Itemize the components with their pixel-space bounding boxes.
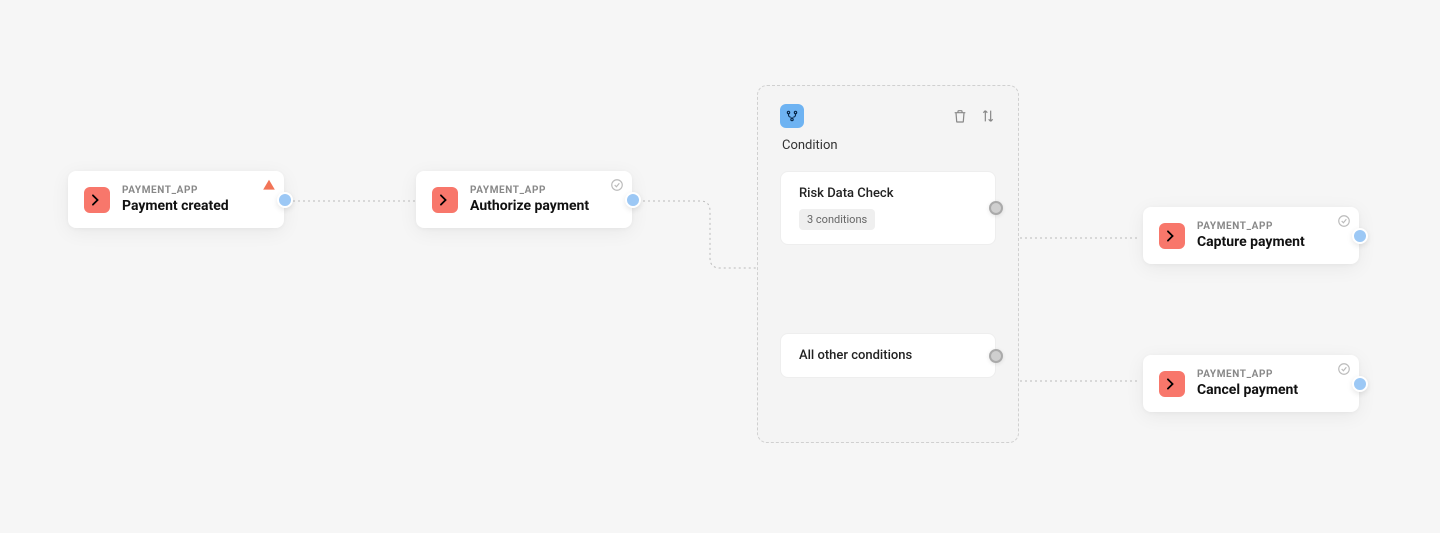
output-port[interactable] [625, 192, 641, 208]
branch-title: All other conditions [799, 348, 977, 363]
output-port[interactable] [277, 192, 293, 208]
branch-risk-data-check[interactable]: Risk Data Check 3 conditions [780, 171, 996, 245]
app-icon [432, 187, 458, 213]
app-icon [1159, 371, 1185, 397]
app-icon [1159, 223, 1185, 249]
flow-edges [0, 0, 1440, 533]
node-title: Authorize payment [470, 198, 589, 214]
app-icon [84, 187, 110, 213]
branch-title: Risk Data Check [799, 186, 977, 201]
node-payment-created[interactable]: PAYMENT_APP Payment created [68, 171, 284, 228]
node-tag: PAYMENT_APP [122, 185, 229, 196]
check-circle-icon [610, 177, 624, 191]
node-cancel-payment[interactable]: PAYMENT_APP Cancel payment [1143, 355, 1359, 412]
sort-icon[interactable] [980, 108, 996, 124]
node-authorize-payment[interactable]: PAYMENT_APP Authorize payment [416, 171, 632, 228]
conditions-chip: 3 conditions [799, 209, 875, 230]
branch-icon [780, 104, 804, 128]
delete-icon[interactable] [952, 108, 968, 124]
warning-icon [262, 177, 276, 191]
output-port[interactable] [1352, 228, 1368, 244]
node-tag: PAYMENT_APP [1197, 369, 1298, 380]
node-title: Cancel payment [1197, 382, 1298, 398]
check-circle-icon [1337, 361, 1351, 375]
check-circle-icon [1337, 213, 1351, 227]
branch-output-port[interactable] [989, 201, 1003, 215]
node-title: Payment created [122, 198, 229, 214]
branch-output-port[interactable] [989, 349, 1003, 363]
node-tag: PAYMENT_APP [1197, 221, 1305, 232]
branch-all-other[interactable]: All other conditions [780, 333, 996, 378]
output-port[interactable] [1352, 376, 1368, 392]
node-tag: PAYMENT_APP [470, 185, 589, 196]
node-capture-payment[interactable]: PAYMENT_APP Capture payment [1143, 207, 1359, 264]
node-title: Capture payment [1197, 234, 1305, 250]
condition-label: Condition [780, 138, 996, 153]
condition-node[interactable]: Condition Risk Data Check 3 conditions A… [757, 85, 1019, 443]
